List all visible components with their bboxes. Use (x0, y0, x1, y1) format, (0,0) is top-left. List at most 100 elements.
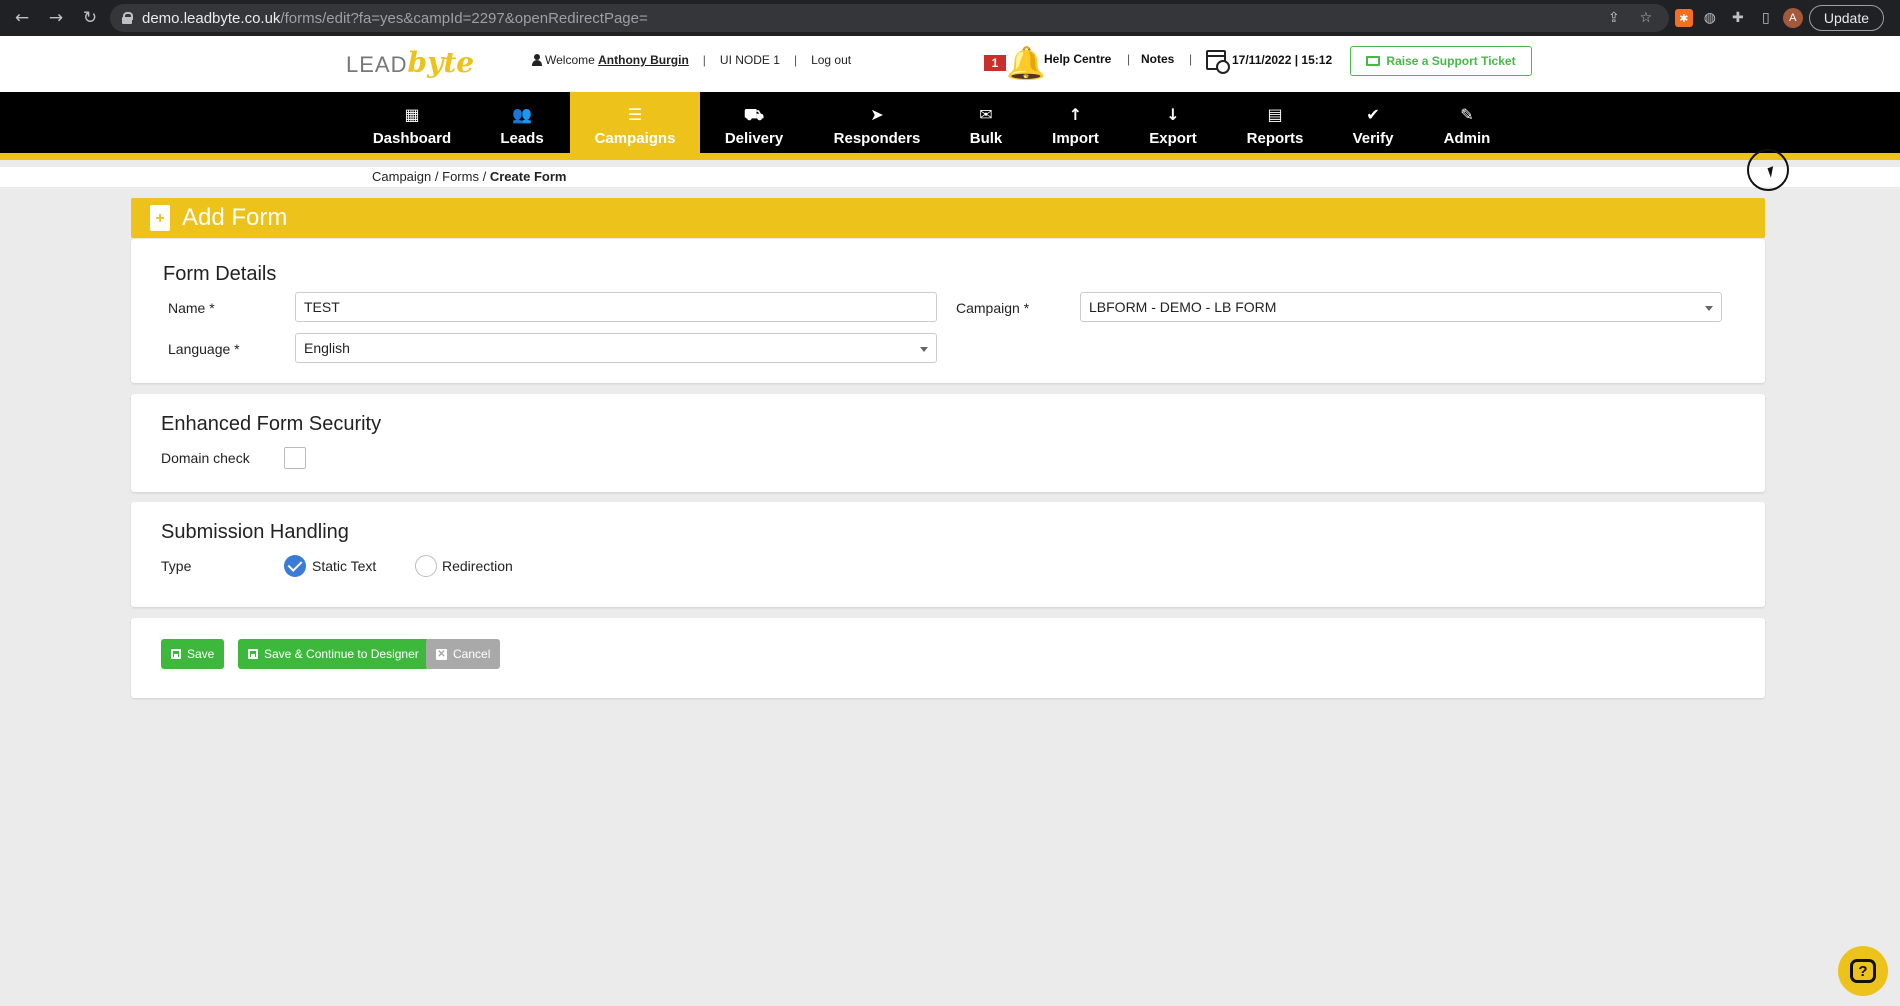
page-title: Add Form (182, 204, 288, 231)
date-time-text: 17/11/2022 | 15:12 (1232, 53, 1333, 67)
notes-link[interactable]: Notes (1141, 52, 1174, 66)
security-heading: Enhanced Form Security (161, 413, 382, 435)
grid-icon: ▦ (404, 104, 420, 124)
save-button-label: Save (187, 647, 215, 661)
help-centre-link[interactable]: Help Centre (1044, 52, 1111, 66)
leadbyte-logo[interactable]: LEADbyte (346, 46, 474, 79)
calendar-clock-icon (1206, 50, 1230, 74)
language-select-value: English (304, 340, 350, 356)
node-label: UI NODE 1 (719, 53, 780, 67)
breadcrumb-strip (0, 167, 1900, 187)
help-chat-button[interactable]: ? (1838, 946, 1888, 996)
extensions-puzzle-icon[interactable]: ✚ (1727, 7, 1749, 29)
name-input[interactable]: TEST (295, 292, 937, 322)
actions-card: Save Save & Continue to Designer ✕ Cance… (131, 618, 1765, 698)
close-icon: ✕ (436, 648, 447, 660)
nav-item-leads[interactable]: 👥 Leads (494, 92, 550, 160)
breadcrumb-current: Create Form (489, 169, 567, 184)
campaign-select[interactable]: LBFORM - DEMO - LB FORM (1080, 292, 1722, 322)
nav-item-label: Leads (500, 129, 544, 147)
breadcrumb: Campaign / Forms / Create Form (372, 169, 566, 184)
language-label: Language * (168, 341, 240, 357)
forward-icon[interactable]: → (42, 4, 70, 32)
app-topbar: LEADbyte Welcome Anthony Burgin | UI NOD… (0, 36, 1900, 92)
extension-orange-icon[interactable]: ✱ (1674, 9, 1693, 27)
users-icon: 👥 (512, 104, 532, 124)
nav-item-dashboard[interactable]: ▦ Dashboard (367, 92, 457, 160)
logo-lead-text: LEAD (346, 52, 408, 77)
breadcrumb-campaign[interactable]: Campaign (372, 169, 431, 184)
campaign-select-value: LBFORM - DEMO - LB FORM (1089, 299, 1277, 315)
bell-icon[interactable]: 🔔 (1006, 44, 1046, 82)
nav-item-verify[interactable]: ✔ Verify (1340, 92, 1406, 160)
save-button[interactable]: Save (161, 639, 225, 669)
redirection-label[interactable]: Redirection (442, 558, 513, 574)
form-details-heading: Form Details (163, 263, 277, 285)
cancel-button-label: Cancel (453, 647, 491, 661)
static-text-label[interactable]: Static Text (312, 558, 376, 574)
mobile-envelope-icon: ✉ (979, 104, 993, 124)
side-panel-icon[interactable]: ▯ (1755, 7, 1777, 29)
type-label: Type (161, 558, 192, 574)
nav-item-label: Campaigns (594, 129, 676, 147)
nav-item-label: Verify (1352, 129, 1394, 147)
notifications[interactable]: 1 🔔 (984, 44, 1046, 82)
nav-item-import[interactable]: ↑ Import (1038, 92, 1113, 160)
security-card: Enhanced Form Security Domain check (131, 394, 1765, 492)
lock-icon (122, 12, 133, 24)
check-circle-icon: ✔ (1366, 104, 1380, 124)
back-icon[interactable]: ← (8, 4, 36, 32)
nav-item-bulk[interactable]: ✉ Bulk (956, 92, 1016, 160)
database-icon: ☰ (627, 104, 643, 124)
breadcrumb-forms[interactable]: Forms (442, 169, 479, 184)
save-continue-button-label: Save & Continue to Designer (264, 647, 419, 661)
url-path: /forms/edit?fa=yes&campId=2297&openRedir… (280, 9, 648, 27)
profile-avatar[interactable]: A (1782, 8, 1803, 28)
cancel-button[interactable]: ✕ Cancel (426, 639, 501, 669)
nav-item-label: Admin (1443, 129, 1491, 147)
redirection-radio[interactable] (415, 555, 437, 577)
help-chat-icon: ? (1850, 959, 1876, 983)
support-ticket-label: Raise a Support Ticket (1386, 54, 1516, 68)
nav-item-responders[interactable]: ➤ Responders (822, 92, 932, 160)
address-bar[interactable]: demo.leadbyte.co.uk/forms/edit?fa=yes&ca… (110, 4, 1669, 32)
user-name-link[interactable]: Anthony Burgin (598, 53, 689, 67)
breadcrumb-separator: / (434, 169, 439, 184)
nav-item-label: Delivery (724, 129, 784, 147)
name-label: Name * (168, 300, 215, 316)
static-text-radio[interactable] (284, 555, 306, 577)
nav-item-reports[interactable]: ▤ Reports (1236, 92, 1314, 160)
notification-badge: 1 (984, 55, 1006, 71)
raise-support-ticket-button[interactable]: Raise a Support Ticket (1350, 46, 1532, 76)
date-time: 17/11/2022 | 15:12 (1206, 50, 1333, 74)
reload-icon[interactable]: ↻ (76, 4, 104, 32)
paper-plane-icon: ➤ (870, 104, 884, 124)
save-continue-button[interactable]: Save & Continue to Designer (238, 639, 429, 669)
nav-item-export[interactable]: ↓ Export (1138, 92, 1208, 160)
truck-icon: ⛟ (743, 104, 765, 124)
file-add-icon (150, 205, 170, 231)
logout-link[interactable]: Log out (811, 53, 851, 67)
campaign-label: Campaign * (956, 300, 1030, 316)
language-select[interactable]: English (295, 333, 937, 363)
browser-toolbar: ← → ↻ demo.leadbyte.co.uk/forms/edit?fa=… (0, 0, 1900, 36)
browser-update-button[interactable]: Update (1808, 5, 1884, 31)
domain-check-label: Domain check (161, 450, 250, 466)
extension-globe-icon[interactable]: ◍ (1699, 7, 1721, 29)
welcome-prefix: Welcome (545, 53, 595, 67)
page-header: Add Form (131, 198, 1765, 238)
save-icon (248, 649, 258, 659)
main-nav: ▦ Dashboard 👥 Leads ☰ Campaigns ⛟ Delivery ➤ Resp… (0, 92, 1900, 160)
user-icon (532, 54, 542, 66)
nav-item-label: Dashboard (372, 129, 452, 147)
bookmark-star-icon[interactable]: ☆ (1635, 7, 1657, 29)
user-welcome: Welcome Anthony Burgin | UI NODE 1 | Log… (532, 53, 851, 67)
share-icon[interactable]: ⇪ (1603, 7, 1625, 29)
domain-check-checkbox[interactable] (284, 447, 306, 469)
nav-item-campaigns[interactable]: ☰ Campaigns (570, 92, 700, 160)
nav-item-delivery[interactable]: ⛟ Delivery (714, 92, 794, 160)
nav-item-label: Export (1149, 129, 1197, 147)
nav-item-label: Import (1052, 129, 1099, 147)
save-icon (171, 649, 181, 659)
nav-item-admin[interactable]: ✎ Admin (1434, 92, 1500, 160)
